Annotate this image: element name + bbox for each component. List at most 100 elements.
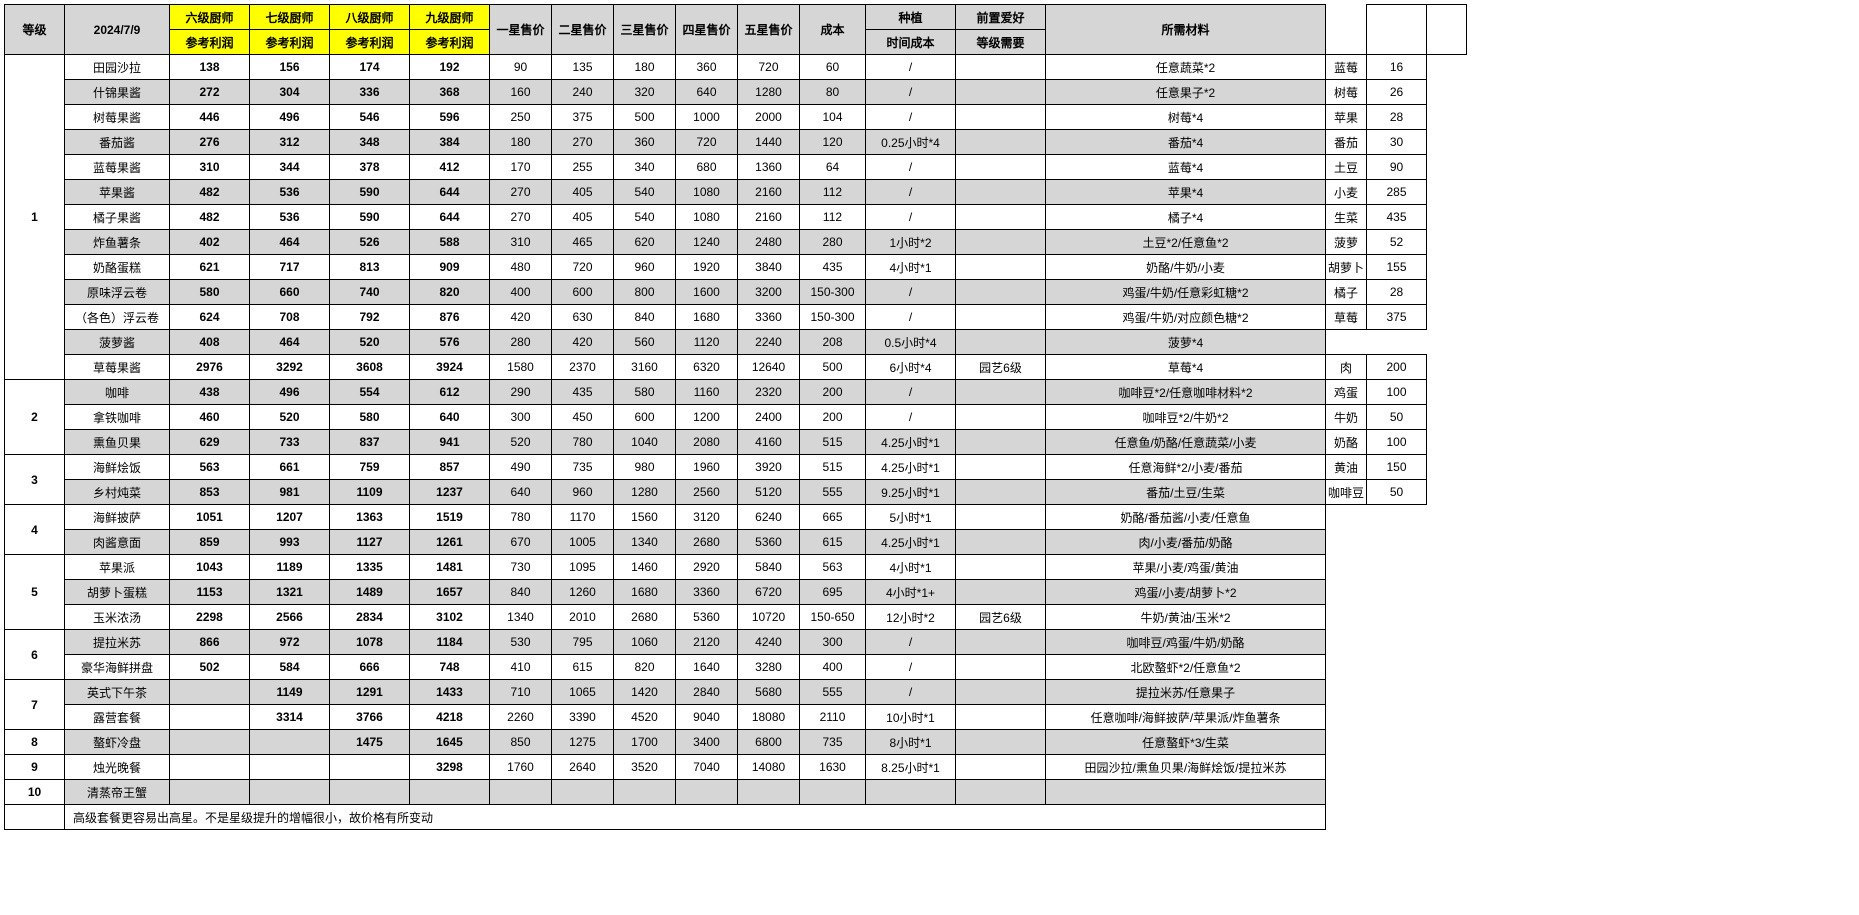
s1: 480 <box>490 255 552 280</box>
s3: 620 <box>614 230 676 255</box>
p7 <box>250 730 330 755</box>
s4: 680 <box>676 155 738 180</box>
p7: 972 <box>250 630 330 655</box>
recipe-name: 苹果派 <box>65 555 170 580</box>
s3: 360 <box>614 130 676 155</box>
s5: 14080 <box>738 755 800 780</box>
p8: 666 <box>330 655 410 680</box>
p7: 464 <box>250 330 330 355</box>
cost: 400 <box>800 655 866 680</box>
plant: / <box>866 180 956 205</box>
p6: 482 <box>170 205 250 230</box>
s1: 1760 <box>490 755 552 780</box>
mat: 奶酪/牛奶/小麦 <box>1046 255 1326 280</box>
s5: 5840 <box>738 555 800 580</box>
hdr-req-a: 前置爱好 <box>956 5 1046 30</box>
plant: 5小时*1 <box>866 505 956 530</box>
table-row: 5苹果派104311891335148173010951460292058405… <box>5 555 1467 580</box>
recipe-name: 螯虾冷盘 <box>65 730 170 755</box>
table-row: 6提拉米苏86697210781184530795106021204240300… <box>5 630 1467 655</box>
side-val: 285 <box>1367 180 1427 205</box>
s1: 780 <box>490 505 552 530</box>
plant: / <box>866 55 956 80</box>
p6: 438 <box>170 380 250 405</box>
s3: 540 <box>614 180 676 205</box>
header-row: 等级 2024/7/9 六级厨师 七级厨师 八级厨师 九级厨师 一星售价 二星售… <box>5 5 1467 30</box>
p9: 644 <box>410 205 490 230</box>
p8: 546 <box>330 105 410 130</box>
cost: 150-650 <box>800 605 866 630</box>
s1: 730 <box>490 555 552 580</box>
req <box>956 255 1046 280</box>
side-name: 番茄 <box>1326 130 1367 155</box>
cost: 300 <box>800 630 866 655</box>
s3: 840 <box>614 305 676 330</box>
mat: 任意蔬菜*2 <box>1046 55 1326 80</box>
s1: 840 <box>490 580 552 605</box>
mat: 奶酪/番茄酱/小麦/任意鱼 <box>1046 505 1326 530</box>
p9: 876 <box>410 305 490 330</box>
recipe-name: 海鲜烩饭 <box>65 455 170 480</box>
table-row: 露营套餐331437664218226033904520904018080211… <box>5 705 1467 730</box>
cost: 2110 <box>800 705 866 730</box>
s2: 3390 <box>552 705 614 730</box>
p9: 588 <box>410 230 490 255</box>
p9 <box>410 780 490 805</box>
plant: 0.5小时*4 <box>866 330 956 355</box>
req <box>956 705 1046 730</box>
cost: 60 <box>800 55 866 80</box>
plant <box>866 780 956 805</box>
s3: 1040 <box>614 430 676 455</box>
mat: 鸡蛋/牛奶/任意彩虹糖*2 <box>1046 280 1326 305</box>
table-row: 9烛光晚餐329817602640352070401408016308.25小时… <box>5 755 1467 780</box>
mat: 番茄*4 <box>1046 130 1326 155</box>
side-name: 菠萝 <box>1326 230 1367 255</box>
level-cell: 10 <box>5 780 65 805</box>
s5 <box>738 780 800 805</box>
p9: 596 <box>410 105 490 130</box>
plant: 4.25小时*1 <box>866 455 956 480</box>
table-row: 草莓果酱297632923608392415802370316063201264… <box>5 355 1467 380</box>
p6: 624 <box>170 305 250 330</box>
plant: / <box>866 205 956 230</box>
p6: 276 <box>170 130 250 155</box>
hdr-s5: 五星售价 <box>738 5 800 55</box>
p9: 3102 <box>410 605 490 630</box>
side-name: 苹果 <box>1326 105 1367 130</box>
s5: 2480 <box>738 230 800 255</box>
p8: 1127 <box>330 530 410 555</box>
s4: 1680 <box>676 305 738 330</box>
cost: 695 <box>800 580 866 605</box>
mat: 蓝莓*4 <box>1046 155 1326 180</box>
s5: 2160 <box>738 180 800 205</box>
s5: 5360 <box>738 530 800 555</box>
s5: 12640 <box>738 355 800 380</box>
s4: 2920 <box>676 555 738 580</box>
p9: 1657 <box>410 580 490 605</box>
plant: 4小时*1 <box>866 555 956 580</box>
s1: 280 <box>490 330 552 355</box>
side-val: 150 <box>1367 455 1427 480</box>
req <box>956 380 1046 405</box>
s5: 6800 <box>738 730 800 755</box>
s4: 640 <box>676 80 738 105</box>
p7: 661 <box>250 455 330 480</box>
cost: 112 <box>800 205 866 230</box>
p7: 1321 <box>250 580 330 605</box>
table-row: 豪华海鲜拼盘50258466674841061582016403280400/北… <box>5 655 1467 680</box>
p9: 3298 <box>410 755 490 780</box>
p7: 584 <box>250 655 330 680</box>
s4: 9040 <box>676 705 738 730</box>
plant: 8.25小时*1 <box>866 755 956 780</box>
s3: 2680 <box>614 605 676 630</box>
s2: 2010 <box>552 605 614 630</box>
mat: 苹果/小麦/鸡蛋/黄油 <box>1046 555 1326 580</box>
s1: 420 <box>490 305 552 330</box>
recipe-name: 豪华海鲜拼盘 <box>65 655 170 680</box>
p9: 640 <box>410 405 490 430</box>
mat: 草莓*4 <box>1046 355 1326 380</box>
p9: 909 <box>410 255 490 280</box>
p8: 1335 <box>330 555 410 580</box>
cost: 112 <box>800 180 866 205</box>
side-name: 鸡蛋 <box>1326 380 1367 405</box>
